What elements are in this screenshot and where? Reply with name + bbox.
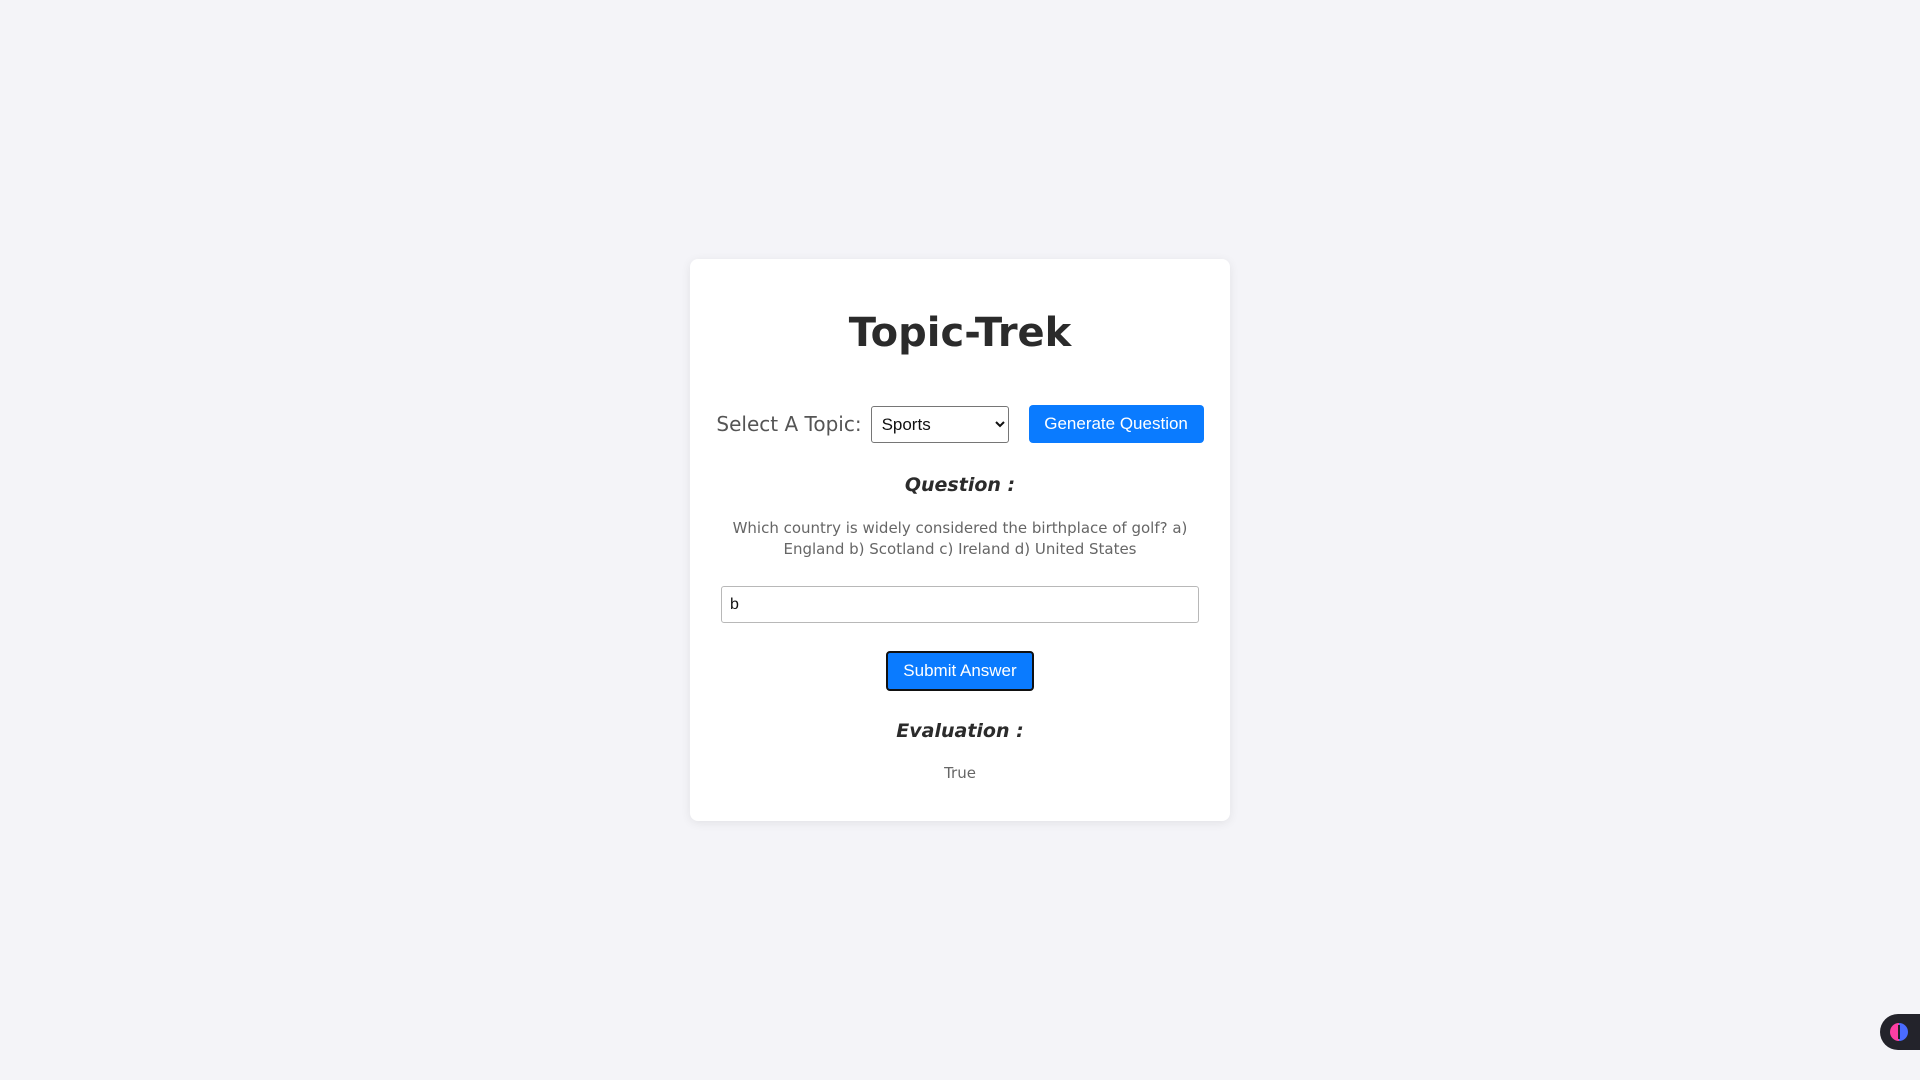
topic-row: Select A Topic: Sports Generate Question: [690, 405, 1230, 443]
question-heading: Question :: [904, 474, 1016, 496]
brain-icon: [1890, 1023, 1908, 1041]
extension-widget[interactable]: [1880, 1014, 1920, 1050]
generate-question-button[interactable]: Generate Question: [1028, 405, 1204, 443]
topic-label: Select A Topic:: [716, 412, 862, 436]
submit-answer-button[interactable]: Submit Answer: [886, 651, 1034, 691]
quiz-card: Topic-Trek Select A Topic: Sports Genera…: [690, 259, 1230, 821]
evaluation-result: True: [944, 764, 976, 782]
question-text: Which country is widely considered the b…: [732, 519, 1188, 558]
answer-input[interactable]: [721, 586, 1199, 623]
topic-select[interactable]: Sports: [870, 405, 1009, 443]
evaluation-heading: Evaluation :: [896, 720, 1024, 742]
app-title: Topic-Trek: [848, 310, 1072, 356]
